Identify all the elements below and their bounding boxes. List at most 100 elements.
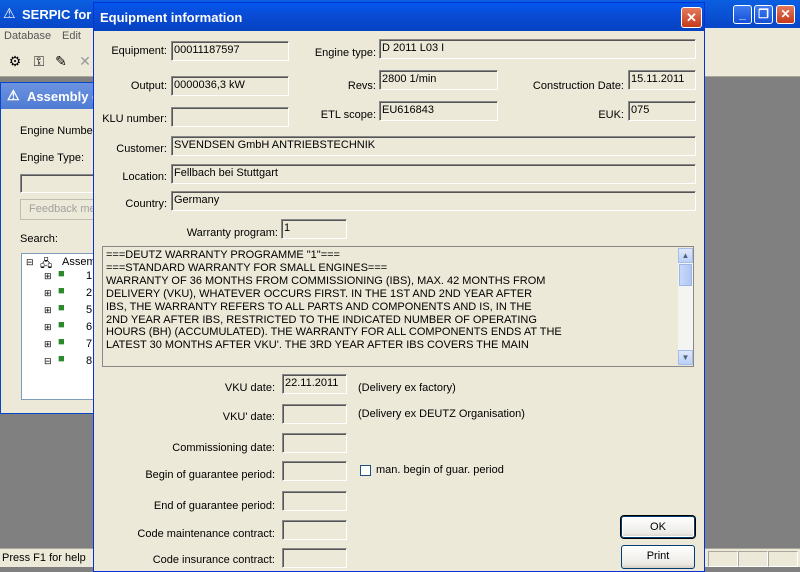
wrench-icon[interactable]: ✎	[52, 52, 70, 70]
revs-label: Revs:	[347, 80, 376, 92]
tree-item-label: 8	[86, 355, 93, 367]
commissioning-date-field[interactable]	[282, 433, 347, 453]
node-icon: ■	[58, 302, 65, 314]
tree-expand-icon[interactable]: ⊞	[44, 339, 52, 350]
node-icon: ■	[58, 319, 65, 331]
tree-expand-icon[interactable]: ⊞	[44, 271, 52, 282]
status-cell	[708, 551, 738, 567]
warranty-text: ===DEUTZ WARRANTY PROGRAMME "1"=== ===ST…	[106, 249, 562, 352]
man-begin-label: man. begin of guar. period	[376, 464, 504, 476]
assembly-logo-icon: ⚠	[7, 87, 20, 103]
begin-guarantee-label: Begin of guarantee period:	[145, 469, 275, 481]
main-close-button[interactable]: ✕	[776, 5, 795, 24]
node-icon: ■	[58, 353, 65, 365]
code-maintenance-label: Code maintenance contract:	[137, 528, 275, 540]
country-field[interactable]: Germany	[171, 191, 696, 211]
construction-date-label: Construction Date:	[532, 80, 624, 92]
assembly-window-title: Assembly g	[27, 89, 100, 104]
key-icon[interactable]: ⚿	[30, 52, 48, 70]
warranty-program-field[interactable]: 1	[281, 219, 347, 239]
code-insurance-label: Code insurance contract:	[152, 554, 275, 566]
etl-scope-field[interactable]: EU616843	[379, 101, 498, 121]
engine-number-label: Engine Number	[20, 125, 97, 137]
status-cell	[738, 551, 768, 567]
engine-type-field[interactable]	[20, 174, 98, 193]
customer-label: Customer:	[116, 143, 167, 155]
maximize-button[interactable]: ❐	[754, 5, 773, 24]
equipment-field[interactable]: 00011187597	[171, 41, 289, 61]
main-window-title: SERPIC for V	[22, 7, 104, 22]
tree-item-label: 2	[86, 287, 93, 299]
customer-field[interactable]: SVENDSEN GmbH ANTRIEBSTECHNIK	[171, 136, 696, 156]
construction-date-field[interactable]: 15.11.2011	[628, 70, 696, 90]
tree-expand-icon[interactable]: ⊞	[44, 322, 52, 333]
minimize-button[interactable]: _	[733, 5, 752, 24]
node-icon: ■	[58, 268, 65, 280]
cancel-icon[interactable]: ✕	[76, 52, 94, 70]
vku2-date-note: (Delivery ex DEUTZ Organisation)	[358, 408, 525, 420]
search-label: Search:	[20, 233, 58, 245]
klu-number-field[interactable]	[171, 107, 289, 127]
warranty-text-box[interactable]: ===DEUTZ WARRANTY PROGRAMME "1"=== ===ST…	[102, 246, 694, 367]
scroll-up-icon[interactable]: ▲	[678, 248, 693, 263]
stamp-icon[interactable]: ⚙	[6, 52, 24, 70]
assembly-title-bar: ⚠ Assembly g	[1, 83, 100, 109]
tree-item-label: 6	[86, 321, 93, 333]
end-guarantee-label: End of guarantee period:	[153, 500, 275, 512]
code-insurance-field[interactable]	[282, 548, 347, 568]
vku2-date-label: VKU' date:	[222, 411, 275, 423]
assembly-window: ⚠ Assembly g Engine Number Engine Type: …	[0, 82, 100, 414]
vku-date-label: VKU date:	[224, 382, 275, 394]
warranty-program-label: Warranty program:	[186, 227, 278, 239]
location-label: Location:	[122, 171, 167, 183]
dialog-title-bar: Equipment information ✕	[94, 3, 704, 31]
tree-expand-icon[interactable]: ⊞	[44, 305, 52, 316]
dialog-title: Equipment information	[100, 10, 243, 25]
code-maintenance-field[interactable]	[282, 520, 347, 540]
node-icon: ■	[58, 336, 65, 348]
tree-item-label: 1	[86, 270, 93, 282]
vku-date-note: (Delivery ex factory)	[358, 382, 456, 394]
location-field[interactable]: Fellbach bei Stuttgart	[171, 164, 696, 184]
ok-button[interactable]: OK	[621, 516, 695, 538]
output-field[interactable]: 0000036,3 kW	[171, 76, 289, 96]
tree-root-label[interactable]: Assem	[62, 256, 96, 268]
begin-guarantee-field[interactable]	[282, 461, 347, 481]
end-guarantee-field[interactable]	[282, 491, 347, 511]
print-button[interactable]: Print	[621, 545, 695, 569]
tree-collapse-icon[interactable]: ⊟	[44, 356, 52, 367]
euk-field[interactable]: 075	[628, 101, 696, 121]
etl-scope-label: ETL scope:	[320, 109, 376, 121]
tree-item-label: 5	[86, 304, 93, 316]
menu-edit[interactable]: Edit	[62, 30, 81, 42]
app-logo-icon: ⚠	[3, 5, 16, 21]
output-label: Output:	[130, 80, 167, 92]
scroll-thumb[interactable]	[679, 264, 692, 286]
equipment-label: Equipment:	[111, 45, 167, 57]
node-icon: ■	[58, 285, 65, 297]
dialog-close-button[interactable]: ✕	[681, 7, 702, 28]
klu-number-label: KLU number:	[102, 113, 167, 125]
commissioning-date-label: Commissioning date:	[172, 442, 275, 454]
engine-type-field[interactable]: D 2011 L03 I	[379, 39, 696, 59]
engine-type-label: Engine Type:	[20, 152, 85, 164]
tree-collapse-icon[interactable]: ⊟	[26, 257, 34, 268]
vku-date-field[interactable]: 22.11.2011	[282, 374, 347, 394]
country-label: Country:	[125, 198, 167, 210]
vku2-date-field[interactable]	[282, 404, 347, 424]
scroll-down-icon[interactable]: ▼	[678, 350, 693, 365]
tree-item-label: 7	[86, 338, 93, 350]
revs-field[interactable]: 2800 1/min	[379, 70, 498, 90]
warranty-scrollbar[interactable]: ▲ ▼	[678, 248, 693, 365]
menu-database[interactable]: Database	[4, 30, 51, 42]
assembly-tree[interactable]: ⊟ 🖧 Assem ⊞ ■ 1 ⊞ ■ 2 ⊞ ■ 5 ⊞ ■ 6 ⊞ ■ 7 ⊟ ■ 8	[21, 253, 100, 400]
man-begin-checkbox[interactable]	[360, 465, 371, 476]
close-icon: ✕	[686, 10, 697, 25]
status-text: Press F1 for help	[2, 552, 86, 564]
tree-expand-icon[interactable]: ⊞	[44, 288, 52, 299]
engine-type-label: Engine type:	[314, 47, 376, 59]
equipment-information-dialog: Equipment information ✕ Equipment: 00011…	[93, 2, 705, 572]
status-cell	[768, 551, 798, 567]
euk-label: EUK:	[598, 109, 624, 121]
feedback-button[interactable]: Feedback me	[20, 199, 98, 220]
